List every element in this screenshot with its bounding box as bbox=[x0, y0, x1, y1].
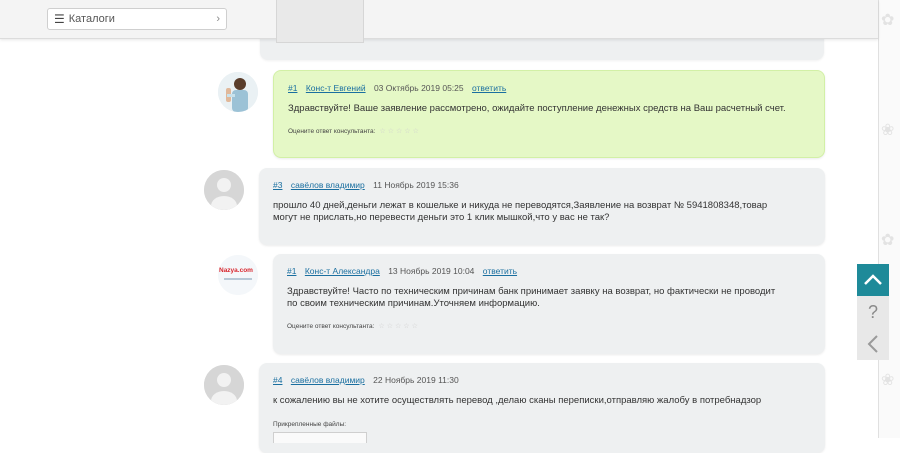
rating-label: Оцените ответ консультанта: bbox=[288, 127, 376, 135]
avatar bbox=[204, 170, 244, 210]
help-glyph: ? bbox=[867, 301, 878, 322]
comment-text: Здравствуйте! Ваше заявление рассмотрено… bbox=[288, 103, 786, 114]
menu-icon: ☰ bbox=[54, 12, 65, 26]
decor-doodle-icon: ✿ bbox=[881, 12, 895, 29]
back-button[interactable] bbox=[857, 328, 889, 360]
comment-bubble-user: #3 савёлов владимир 11 Ноябрь 2019 15:36… bbox=[259, 168, 825, 245]
reply-link[interactable]: ответить bbox=[472, 83, 506, 93]
rating-stars-icon[interactable]: ☆☆☆☆☆ bbox=[378, 322, 419, 330]
rating-label: Оцените ответ консультанта: bbox=[287, 322, 375, 330]
avatar: Nazya.com bbox=[218, 255, 258, 295]
rating-stars-icon[interactable]: ☆☆☆☆☆ bbox=[379, 127, 420, 135]
rating-row: Оцените ответ консультанта: ☆☆☆☆☆ bbox=[287, 322, 811, 331]
comment-number[interactable]: #1 bbox=[287, 266, 296, 276]
comment-bubble-user: #4 савёлов владимир 22 Ноябрь 2019 11:30… bbox=[259, 363, 825, 453]
chevron-left-icon bbox=[867, 335, 878, 353]
comment-text-line: Здравствуйте! Часто по техническим причи… bbox=[287, 286, 776, 297]
comment-text: прошло 40 дней,деньги лежат в кошельке и… bbox=[273, 200, 811, 224]
right-gutter: ✿ ❀ ✿ ❀ bbox=[878, 0, 900, 438]
catalog-label: Каталоги bbox=[68, 13, 115, 25]
comment-date: 13 Ноябрь 2019 10:04 bbox=[388, 266, 475, 276]
comment-text-line: прошло 40 дней,деньги лежат в кошельке и… bbox=[273, 200, 768, 211]
comment-bubble-consultant: #1 Конс-т Евгений 03 Октябрь 2019 05:25 … bbox=[273, 70, 825, 158]
comment-number[interactable]: #4 bbox=[273, 375, 282, 385]
comment-text-line: по своим техническим причинам.Уточняем и… bbox=[287, 298, 540, 309]
author-link[interactable]: савёлов владимир bbox=[291, 180, 365, 190]
side-widget: ? bbox=[857, 264, 889, 360]
comment-meta: #4 савёлов владимир 22 Ноябрь 2019 11:30 bbox=[273, 375, 811, 385]
comment-text-line: могут не прислать,но перевести деньги эт… bbox=[273, 212, 610, 223]
author-link[interactable]: савёлов владимир bbox=[291, 375, 365, 385]
comment-bubble-consultant: #1 Конс-т Александра 13 Ноябрь 2019 10:0… bbox=[273, 254, 825, 354]
comment-text: Здравствуйте! Часто по техническим причи… bbox=[287, 286, 811, 310]
author-link[interactable]: Конс-т Александра bbox=[305, 266, 380, 276]
top-bar: ☰ Каталоги › bbox=[0, 0, 878, 39]
avatar-logo-text: Nazya.com bbox=[219, 267, 253, 274]
attachment-thumbnail[interactable] bbox=[276, 0, 364, 43]
catalog-button[interactable]: ☰ Каталоги › bbox=[47, 8, 227, 30]
comment-number[interactable]: #3 bbox=[273, 180, 282, 190]
comment-meta: #3 савёлов владимир 11 Ноябрь 2019 15:36 bbox=[273, 180, 811, 190]
author-link[interactable]: Конс-т Евгений bbox=[306, 83, 366, 93]
comment-number[interactable]: #1 bbox=[288, 83, 297, 93]
chevron-right-icon: › bbox=[216, 13, 220, 25]
comment-text: к сожалению вы не хотите осуществлять пе… bbox=[273, 395, 762, 406]
decor-doodle-icon: ✿ bbox=[881, 232, 895, 249]
attachments-label: Прикрепленные файлы: bbox=[273, 421, 347, 428]
avatar bbox=[204, 365, 244, 405]
decor-doodle-icon: ❀ bbox=[881, 372, 895, 389]
decor-doodle-icon: ❀ bbox=[881, 122, 895, 139]
comment-date: 03 Октябрь 2019 05:25 bbox=[373, 83, 464, 93]
comment-meta: #1 Конс-т Евгений 03 Октябрь 2019 05:25 … bbox=[288, 83, 810, 93]
scroll-top-button[interactable] bbox=[857, 264, 889, 296]
chevron-up-icon bbox=[864, 274, 882, 285]
comment-meta: #1 Конс-т Александра 13 Ноябрь 2019 10:0… bbox=[287, 266, 811, 276]
rating-row: Оцените ответ консультанта: ☆☆☆☆☆ bbox=[288, 127, 810, 136]
comment-date: 22 Ноябрь 2019 11:30 bbox=[373, 375, 459, 385]
help-button[interactable]: ? bbox=[857, 296, 889, 328]
comment-date: 11 Ноябрь 2019 15:36 bbox=[373, 180, 459, 190]
reply-link[interactable]: ответить bbox=[483, 266, 517, 276]
avatar bbox=[218, 72, 258, 112]
